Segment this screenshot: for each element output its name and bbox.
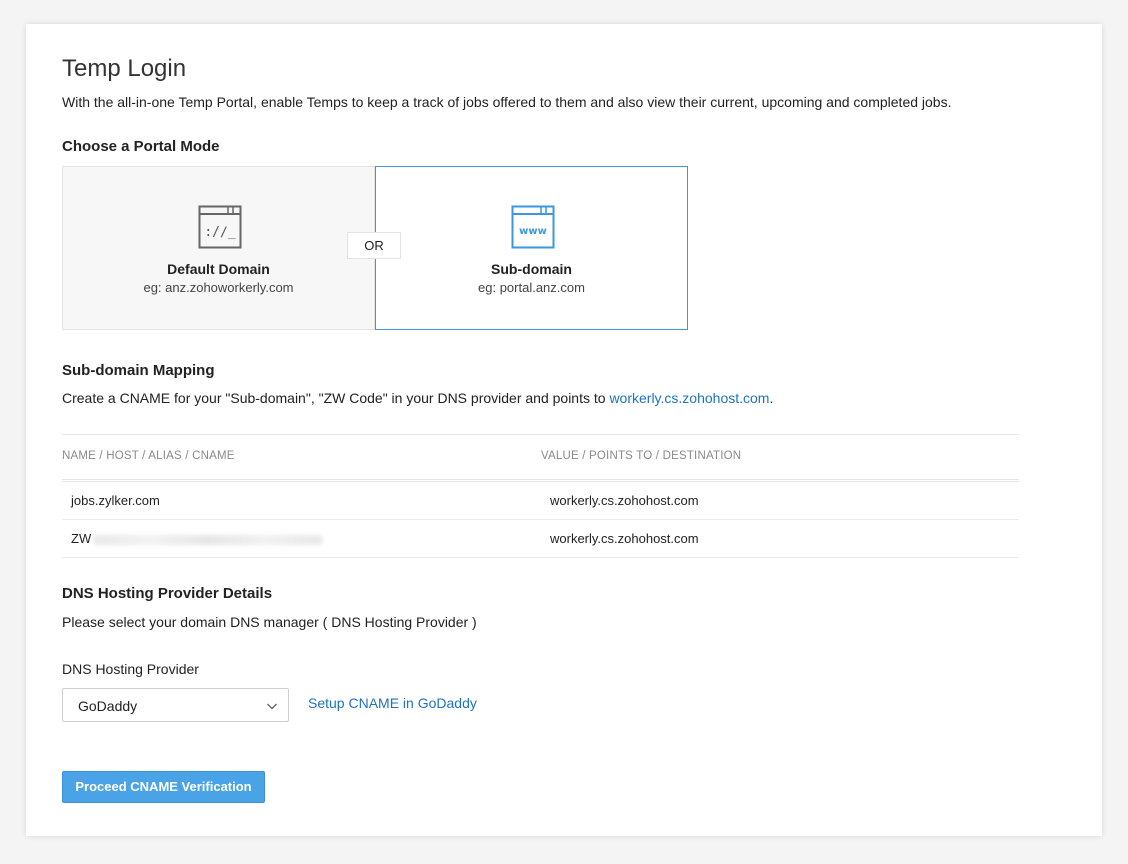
svg-text::/∕_: :/∕_	[204, 225, 235, 240]
page-title: Temp Login	[62, 55, 187, 82]
dns-heading: DNS Hosting Provider Details	[62, 585, 273, 602]
proceed-cname-verification-button[interactable]: Proceed CNAME Verification	[62, 771, 265, 803]
table-row: ZW workerly.cs.zohohost.com	[62, 520, 1019, 558]
subdomain-option[interactable]: www Sub-domain eg: portal.anz.com	[375, 166, 688, 330]
temp-login-panel: Temp Login With the all-in-one Temp Port…	[26, 24, 1102, 836]
subdomain-example: eg: portal.anz.com	[478, 280, 585, 295]
svg-text:www: www	[519, 226, 547, 237]
row-value: workerly.cs.zohohost.com	[550, 531, 699, 546]
dns-provider-select[interactable]: GoDaddy	[62, 688, 289, 722]
row-name: ZW	[71, 531, 324, 546]
column-header-name: NAME / HOST / ALIAS / CNAME	[62, 450, 235, 462]
setup-cname-link[interactable]: Setup CNAME in GoDaddy	[308, 695, 477, 711]
row-value: workerly.cs.zohohost.com	[550, 493, 699, 508]
mapping-instruction-end: .	[769, 390, 774, 406]
mapping-instruction: Create a CNAME for your "Sub-domain", "Z…	[62, 390, 773, 406]
dns-provider-value: GoDaddy	[78, 698, 138, 714]
subdomain-name: Sub-domain	[491, 261, 572, 277]
browser-url-icon: :/∕_	[198, 205, 242, 249]
column-header-value: VALUE / POINTS TO / DESTINATION	[541, 450, 742, 462]
cname-target-link[interactable]: workerly.cs.zohohost.com	[609, 390, 769, 406]
portal-mode-heading: Choose a Portal Mode	[62, 138, 220, 155]
redacted-code	[93, 534, 324, 545]
dns-provider-label: DNS Hosting Provider	[62, 661, 199, 677]
default-domain-name: Default Domain	[167, 261, 270, 277]
page-description: With the all-in-one Temp Portal, enable …	[62, 94, 952, 110]
default-domain-example: eg: anz.zohoworkerly.com	[143, 280, 294, 295]
dns-instruction: Please select your domain DNS manager ( …	[62, 614, 477, 630]
row-name: jobs.zylker.com	[71, 493, 160, 508]
or-divider: OR	[347, 232, 401, 259]
table-row: jobs.zylker.com workerly.cs.zohohost.com	[62, 482, 1019, 520]
table-header: NAME / HOST / ALIAS / CNAME VALUE / POIN…	[62, 434, 1019, 482]
subdomain-mapping-heading: Sub-domain Mapping	[62, 362, 215, 379]
chevron-down-icon	[267, 703, 277, 710]
zw-code-prefix: ZW	[71, 531, 92, 546]
default-domain-option[interactable]: :/∕_ Default Domain eg: anz.zohoworkerly…	[62, 166, 375, 330]
mapping-instruction-text: Create a CNAME for your "Sub-domain", "Z…	[62, 390, 610, 406]
browser-www-icon: www	[511, 205, 555, 249]
cname-table: NAME / HOST / ALIAS / CNAME VALUE / POIN…	[62, 434, 1019, 558]
